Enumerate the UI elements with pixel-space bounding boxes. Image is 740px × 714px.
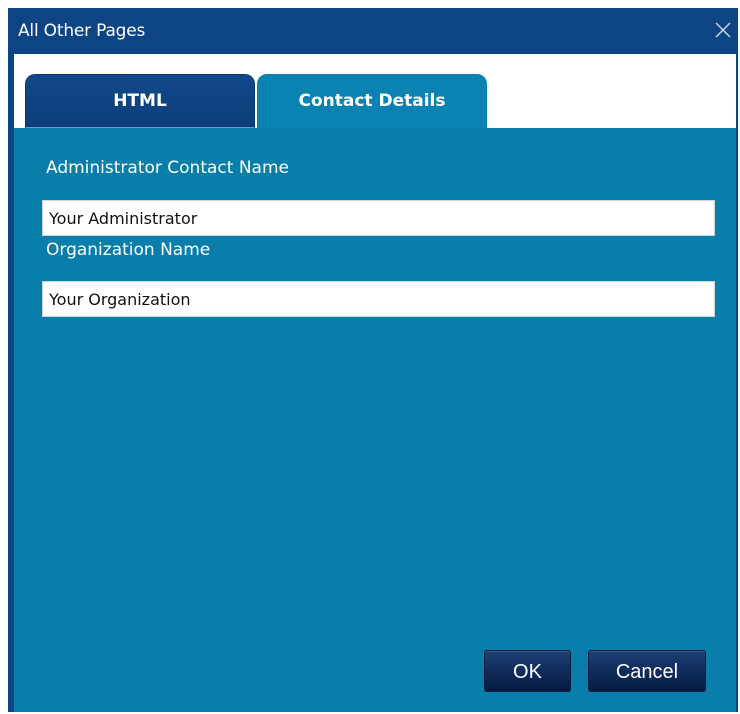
admin-contact-field[interactable] [42,200,715,236]
tab-html[interactable]: HTML [25,74,255,129]
close-icon[interactable] [712,19,734,41]
ok-button[interactable]: OK [484,650,571,692]
tab-bar: HTML Contact Details [14,54,736,131]
cancel-button[interactable]: Cancel [588,650,706,692]
organization-field[interactable] [42,281,715,317]
contact-details-panel: Administrator Contact Name Organization … [14,128,736,712]
dialog-window: All Other Pages HTML Contact Details Adm… [8,8,738,712]
window-title: All Other Pages [18,21,146,41]
dialog-body: HTML Contact Details Administrator Conta… [14,54,736,712]
title-bar: All Other Pages [8,8,738,54]
organization-label: Organization Name [46,240,211,260]
admin-contact-label: Administrator Contact Name [46,158,289,178]
tab-contact-details[interactable]: Contact Details [257,74,487,131]
